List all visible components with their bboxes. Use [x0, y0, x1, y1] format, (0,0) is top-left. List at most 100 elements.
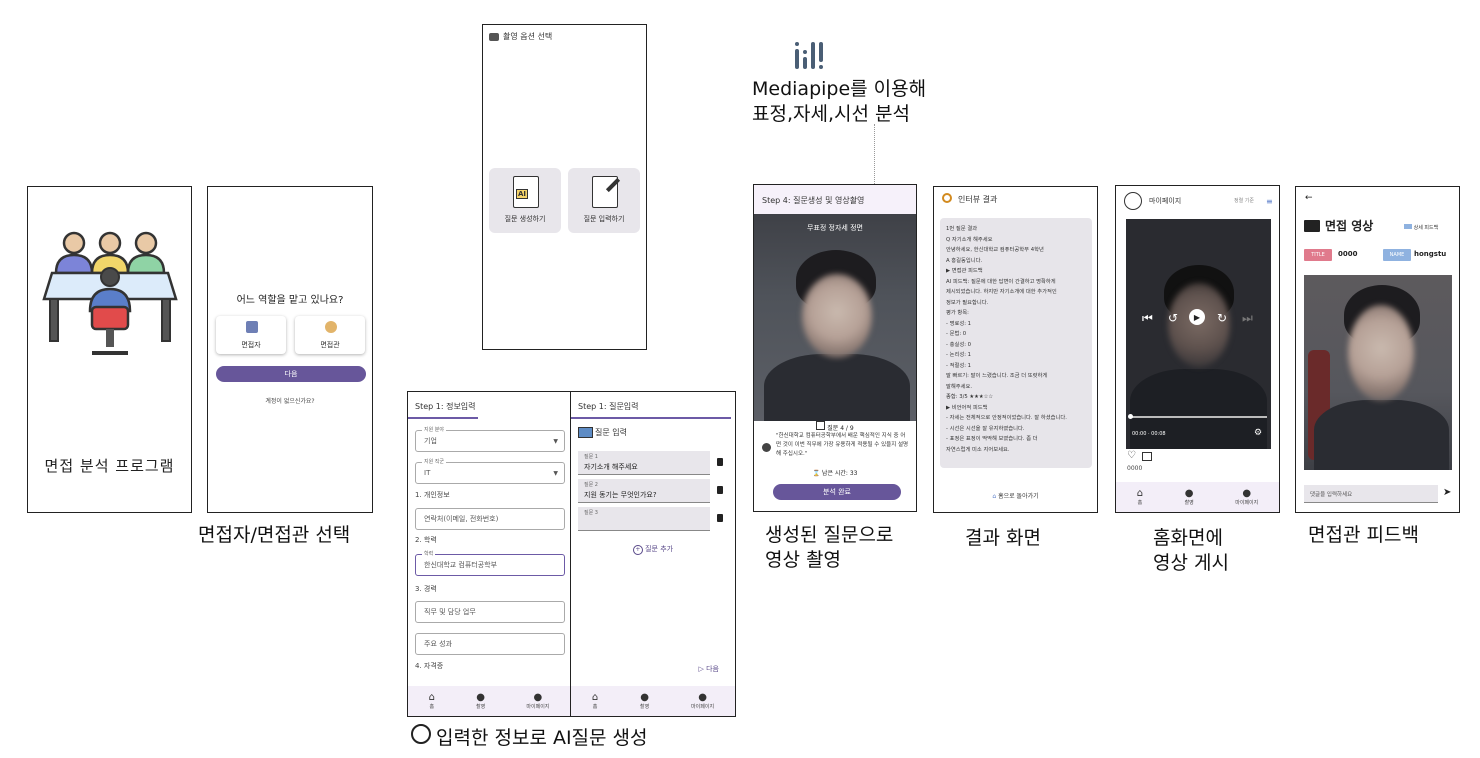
input-question-card[interactable]: 질문 입력하기 — [568, 168, 640, 233]
section-personal: 1. 개인정보 — [415, 491, 450, 499]
settings-gear-icon[interactable]: ⚙ — [1254, 428, 1262, 438]
signup-link[interactable]: 계정이 없으신가요? — [208, 396, 372, 405]
caption-role-select: 면접자/면접관 선택 — [198, 524, 351, 546]
chalkboard-icon — [578, 427, 593, 438]
caption-result: 결과 화면 — [965, 527, 1041, 549]
seek-bar[interactable] — [1130, 416, 1267, 418]
question-2-value: 지원 동기는 무엇인가요? — [584, 491, 657, 499]
complete-button[interactable]: 분석 완료 — [773, 484, 901, 500]
interviewer-left-icon — [54, 231, 94, 275]
home-icon: ⌂ — [1136, 487, 1144, 499]
nav-record[interactable]: ● 촬영 — [1185, 488, 1194, 506]
input-question-label: 질문 입력하기 — [583, 215, 625, 223]
app-title: 면접 분석 프로그램 — [44, 457, 175, 475]
blurred-face — [1348, 305, 1414, 401]
caption-recording-1: 생성된 질문으로 — [765, 524, 894, 546]
result-line: - 적절성: 1 — [946, 362, 972, 369]
job-duty-input[interactable]: 직무 및 담당 업무 — [415, 601, 565, 623]
education-value: 한신대학교 컴퓨터공학부 — [424, 561, 498, 569]
result-line: 안녕하세요, 한신대학교 컴퓨터공학부 4학년 — [946, 247, 1044, 253]
question-1-label: 질문 1 — [584, 454, 598, 460]
detail-feedback-badge[interactable]: 상세 피드백 — [1404, 224, 1438, 231]
next-icon[interactable]: ⏭ — [1242, 311, 1253, 326]
question-count: 질문 4 / 9 — [754, 421, 916, 432]
result-line: 말 빠르기: 말이 느렸습니다. 조금 더 또렷하게 — [946, 373, 1048, 379]
result-line: - 자세는 전체적으로 안정적이었습니다. 잘 하셨습니다. — [946, 415, 1067, 421]
role-option-interviewer[interactable]: 면접관 — [295, 316, 365, 354]
nav-home[interactable]: ⌂ 홈 — [592, 692, 598, 710]
question-1-value: 자기소개 해주세요 — [584, 463, 638, 471]
bottom-nav: ⌂ 홈 ● 촬영 ● 마이페이지 — [1116, 482, 1279, 512]
heart-icon[interactable]: ♡ — [1127, 450, 1136, 461]
result-line: 1번 질문 결과 — [946, 226, 978, 232]
hourglass-icon: ⌛ — [812, 470, 820, 477]
nav-mypage[interactable]: ● 마이페이지 — [526, 692, 549, 710]
person-icon: ● — [476, 691, 486, 703]
apply-job-select[interactable]: 지원 직군 IT ▼ — [415, 458, 565, 484]
next-link[interactable]: ▷ 다음 — [698, 664, 719, 674]
nav-mypage[interactable]: ● 마이페이지 — [1235, 488, 1258, 506]
result-line: - 명료성: 1 — [946, 320, 972, 327]
profile-icon — [1124, 192, 1142, 210]
education-input[interactable]: 학력 한신대학교 컴퓨터공학부 — [415, 550, 565, 576]
nav-home[interactable]: ⌂ 홈 — [429, 692, 435, 710]
nav-record[interactable]: ● 촬영 — [640, 692, 649, 710]
prev-icon[interactable]: ⏮ — [1142, 311, 1153, 326]
role-option-interviewee-label: 면접자 — [241, 341, 261, 349]
seek-thumb[interactable] — [1128, 414, 1133, 419]
contact-placeholder: 연락처(이메일, 전화번호) — [424, 515, 499, 523]
result-line: 정보가 필요합니다. — [946, 299, 989, 306]
bottom-nav: ⌂ 홈 ● 촬영 ● 마이페이지 — [571, 686, 735, 716]
achievement-input[interactable]: 주요 성과 — [415, 633, 565, 655]
timer: ⌛ 남은 시간: 33 — [754, 468, 916, 477]
add-question-label: 질문 추가 — [645, 545, 674, 553]
play-icon[interactable]: ▶ — [1189, 309, 1205, 325]
home-icon: ⌂ — [992, 493, 997, 500]
openai-logo-icon — [411, 724, 431, 744]
trash-icon[interactable] — [717, 514, 723, 522]
shooting-options-header: 촬영 옵션 선택 — [503, 32, 553, 41]
comment-input[interactable]: 댓글을 입력하세요 — [1304, 485, 1438, 503]
role-option-interviewee[interactable]: 면접자 — [216, 316, 286, 354]
caption-feed-1: 홈화면에 — [1153, 527, 1223, 549]
screen-question-input: Step 1: 질문입력 질문 입력 질문 1 자기소개 해주세요 질문 2 지… — [570, 391, 736, 717]
result-line: 종합: 3/5 ★★★☆☆ — [946, 394, 994, 400]
nav-record[interactable]: ● 촬영 — [476, 691, 486, 710]
trash-icon[interactable] — [717, 458, 723, 466]
next-button[interactable]: 다음 — [216, 366, 366, 382]
name-tag: NAME — [1383, 249, 1411, 261]
question-3-field[interactable]: 질문 3 — [578, 507, 710, 531]
home-link[interactable]: ⌂ 홈으로 돌아가기 — [934, 491, 1097, 500]
result-line: - 충실성: 0 — [946, 341, 972, 348]
question-2-field[interactable]: 질문 2 지원 동기는 무엇인가요? — [578, 479, 710, 503]
generate-question-card[interactable]: AI 질문 생성하기 — [489, 168, 561, 233]
caption-feed-2: 영상 게시 — [1153, 552, 1229, 574]
home-link-label: 홈으로 돌아가기 — [998, 493, 1039, 500]
apply-field-select[interactable]: 지원 분야 기업 ▼ — [415, 426, 565, 452]
camera-icon — [489, 33, 499, 41]
add-question-button[interactable]: + 질문 추가 — [571, 544, 735, 555]
caption-recording-2: 영상 촬영 — [765, 549, 841, 571]
trash-icon[interactable] — [717, 486, 723, 494]
caption-ai-question: 입력한 정보로 AI질문 생성 — [436, 727, 648, 749]
back-arrow-icon[interactable]: ← — [1305, 193, 1313, 203]
nav-mypage[interactable]: ● 마이페이지 — [691, 692, 714, 710]
feedback-video[interactable] — [1304, 275, 1452, 470]
result-line: AI 피드백: 질문에 대한 답변이 간결하고 명확하게 — [946, 278, 1056, 285]
video-player[interactable]: ⏮ ↺ ▶ ↻ ⏭ 00:00 · 00:08 ⚙ — [1126, 219, 1271, 449]
comment-icon[interactable] — [1142, 452, 1152, 461]
video-time: 00:00 · 00:08 — [1132, 431, 1166, 437]
question-1-field[interactable]: 질문 1 자기소개 해주세요 — [578, 451, 710, 475]
robot-icon — [816, 421, 826, 430]
generate-question-label: 질문 생성하기 — [504, 215, 546, 223]
nav-home[interactable]: ⌂ 홈 — [1136, 487, 1144, 506]
result-card: 1번 질문 결과 Q 자기소개 해주세요 안녕하세요, 한신대학교 컴퓨터공학부 … — [940, 218, 1092, 468]
contact-input[interactable]: 연락처(이메일, 전화번호) — [415, 508, 565, 530]
question-3-label: 질문 3 — [584, 510, 598, 516]
apply-field-value: 기업 — [424, 437, 437, 445]
rewind-icon[interactable]: ↺ — [1168, 311, 1178, 325]
result-line: - 시선은 시선을 잘 유지하였습니다. — [946, 425, 1025, 432]
filter-icon[interactable]: ≡ — [1266, 197, 1273, 206]
forward-icon[interactable]: ↻ — [1217, 311, 1227, 325]
send-icon[interactable]: ➤ — [1443, 487, 1451, 498]
